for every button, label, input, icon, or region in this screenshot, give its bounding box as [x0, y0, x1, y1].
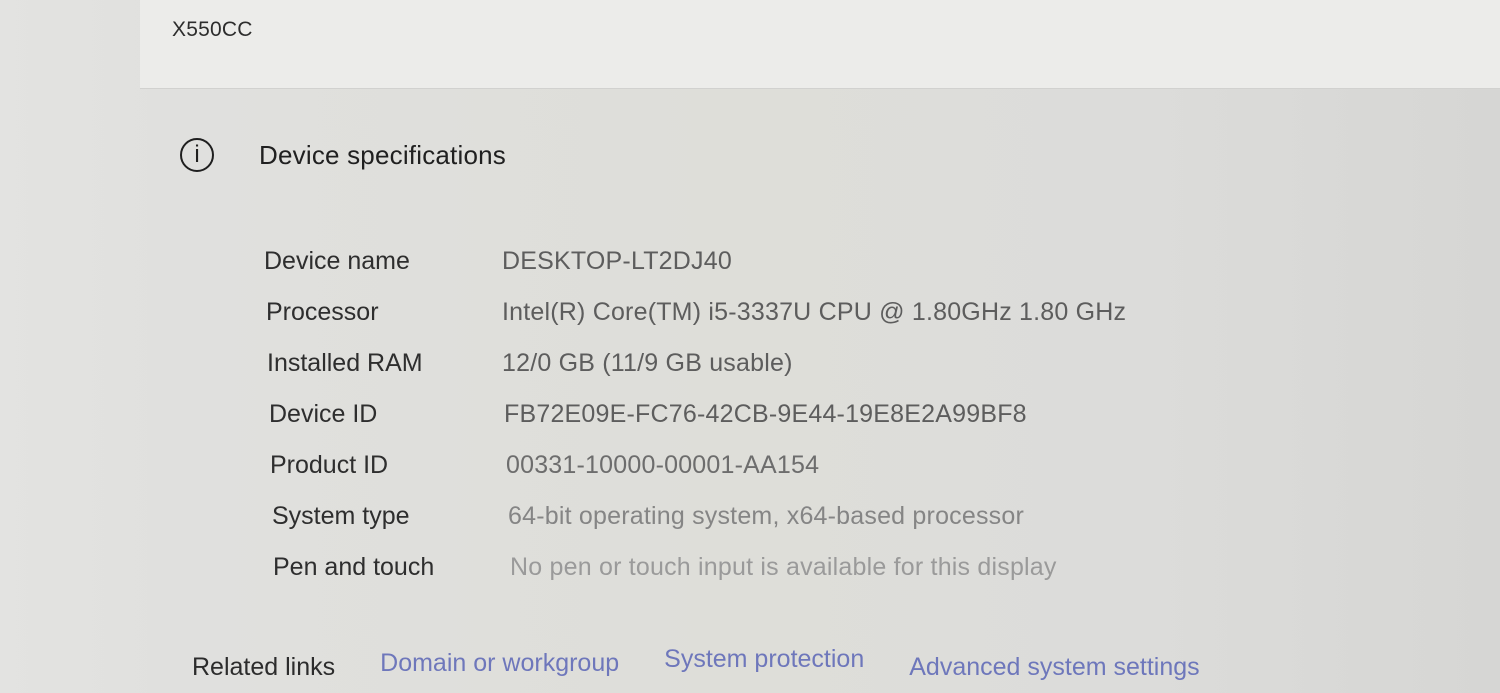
spec-row-system-type: System type 64-bit operating system, x64… — [264, 502, 1264, 553]
spec-value: 64-bit operating system, x64-based proce… — [508, 502, 1025, 530]
settings-about-screen: X550CC i Device specifications Device na… — [0, 0, 1500, 693]
device-summary-card — [140, 0, 1500, 89]
advanced-system-settings-link[interactable]: Advanced system settings — [909, 653, 1199, 682]
related-links-label: Related links — [192, 653, 336, 681]
device-specifications-header: i Device specifications — [180, 138, 506, 172]
spec-label: Product ID — [270, 451, 389, 479]
spec-label: System type — [272, 502, 410, 530]
related-links: Related links Domain or workgroup System… — [192, 645, 1200, 682]
spec-label: Pen and touch — [273, 553, 435, 581]
spec-value: No pen or touch input is available for t… — [510, 553, 1057, 581]
device-specifications-title: Device specifications — [259, 139, 506, 170]
spec-value: FB72E09E-FC76-42CB-9E44-19E8E2A99BF8 — [504, 400, 1027, 428]
spec-label: Device name — [264, 247, 410, 275]
spec-row-processor: Processor Intel(R) Core(TM) i5-3337U CPU… — [264, 298, 1264, 349]
spec-value: Intel(R) Core(TM) i5-3337U CPU @ 1.80GHz… — [502, 298, 1127, 326]
spec-label: Installed RAM — [267, 349, 423, 377]
spec-row-device-name: Device name DESKTOP-LT2DJ40 — [264, 247, 1264, 298]
spec-row-device-id: Device ID FB72E09E-FC76-42CB-9E44-19E8E2… — [264, 400, 1264, 451]
device-model: X550CC — [172, 18, 253, 41]
spec-value: 00331-10000-00001-AA154 — [506, 451, 820, 479]
spec-value: 12/0 GB (11/9 GB usable) — [502, 349, 793, 377]
domain-or-workgroup-link[interactable]: Domain or workgroup — [380, 649, 619, 678]
info-icon: i — [180, 138, 214, 172]
spec-label: Device ID — [269, 400, 378, 428]
spec-label: Processor — [266, 298, 379, 326]
spec-row-product-id: Product ID 00331-10000-00001-AA154 — [264, 451, 1264, 502]
device-specifications-list: Device name DESKTOP-LT2DJ40 Processor In… — [264, 247, 1264, 604]
spec-value: DESKTOP-LT2DJ40 — [502, 247, 732, 275]
spec-row-pen-and-touch: Pen and touch No pen or touch input is a… — [264, 553, 1264, 604]
spec-row-installed-ram: Installed RAM 12/0 GB (11/9 GB usable) — [264, 349, 1264, 400]
system-protection-link[interactable]: System protection — [664, 645, 864, 674]
